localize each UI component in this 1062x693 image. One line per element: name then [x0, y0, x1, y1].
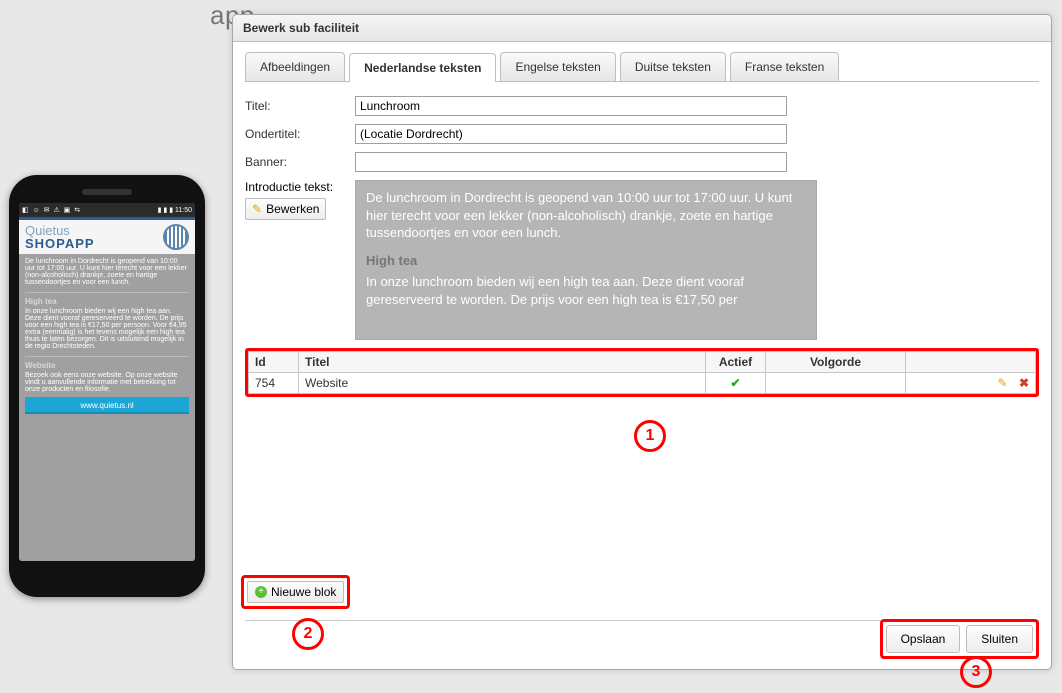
tab-duitse-teksten[interactable]: Duitse teksten — [620, 52, 726, 81]
th-id: Id — [249, 352, 299, 373]
input-banner[interactable] — [355, 152, 787, 172]
phone-brand-header: Quietus SHOPAPP — [19, 217, 195, 254]
new-block-button[interactable]: + Nieuwe blok — [247, 581, 344, 603]
label-ondertitel: Ondertitel: — [245, 124, 355, 141]
phone-intro-text: De lunchroom in Dordrecht is geopend van… — [25, 258, 189, 286]
th-volgorde: Volgorde — [766, 352, 906, 373]
row-edit-icon[interactable]: ✎ — [998, 376, 1008, 390]
pencil-icon: ✎ — [252, 202, 262, 216]
check-icon: ✔ — [730, 376, 740, 390]
annotation-1: 1 — [634, 420, 666, 452]
phone-mockup: ◧ ☺ ✉ ⚠ ▣ ⇆ ▮ ▮ ▮ 11:50 Quietus SHOPAPP … — [9, 175, 205, 597]
save-button[interactable]: Opslaan — [886, 625, 961, 653]
cell-volgorde — [766, 373, 906, 394]
modal-edit-subfacility: Bewerk sub faciliteit Afbeeldingen Neder… — [232, 14, 1052, 670]
annotation-3: 3 — [960, 656, 992, 688]
cell-actief: ✔ — [706, 373, 766, 394]
annotation-2: 2 — [292, 618, 324, 650]
row-delete-icon[interactable]: ✖ — [1019, 376, 1029, 390]
plus-icon: + — [255, 586, 267, 598]
tab-afbeeldingen[interactable]: Afbeeldingen — [245, 52, 345, 81]
phone-statusbar: ◧ ☺ ✉ ⚠ ▣ ⇆ ▮ ▮ ▮ 11:50 — [19, 203, 195, 217]
th-actions — [906, 352, 1036, 373]
phone-hightea-body: In onze lunchroom bieden wij een high te… — [25, 308, 189, 350]
phone-website-button[interactable]: www.quietus.nl — [25, 397, 189, 414]
phone-hightea-title: High tea — [25, 297, 189, 306]
brand-logo-icon — [163, 224, 189, 250]
phone-website-title: Website — [25, 361, 189, 370]
label-banner: Banner: — [245, 152, 355, 169]
close-button[interactable]: Sluiten — [966, 625, 1033, 653]
intro-rich-preview: De lunchroom in Dordrecht is geopend van… — [355, 180, 817, 340]
label-titel: Titel: — [245, 96, 355, 113]
blocks-table-annotated: Id Titel Actief Volgorde 754 Website ✔ — [245, 348, 1039, 397]
tab-engelse-teksten[interactable]: Engelse teksten — [500, 52, 615, 81]
tabs-row: Afbeeldingen Nederlandse teksten Engelse… — [245, 52, 1039, 82]
tab-nederlandse-teksten[interactable]: Nederlandse teksten — [349, 53, 496, 82]
cell-id: 754 — [249, 373, 299, 394]
th-titel: Titel — [299, 352, 706, 373]
label-intro: Introductie tekst: — [245, 180, 355, 194]
input-titel[interactable] — [355, 96, 787, 116]
cell-titel: Website — [299, 373, 706, 394]
tab-franse-teksten[interactable]: Franse teksten — [730, 52, 839, 81]
th-actief: Actief — [706, 352, 766, 373]
phone-website-body: Bezoek ook eens onze website. Op onze we… — [25, 372, 189, 393]
edit-intro-button[interactable]: ✎ Bewerken — [245, 198, 326, 220]
table-row[interactable]: 754 Website ✔ ✎ ✖ — [249, 373, 1036, 394]
modal-title: Bewerk sub faciliteit — [233, 15, 1051, 42]
blocks-table: Id Titel Actief Volgorde 754 Website ✔ — [248, 351, 1036, 394]
input-ondertitel[interactable] — [355, 124, 787, 144]
